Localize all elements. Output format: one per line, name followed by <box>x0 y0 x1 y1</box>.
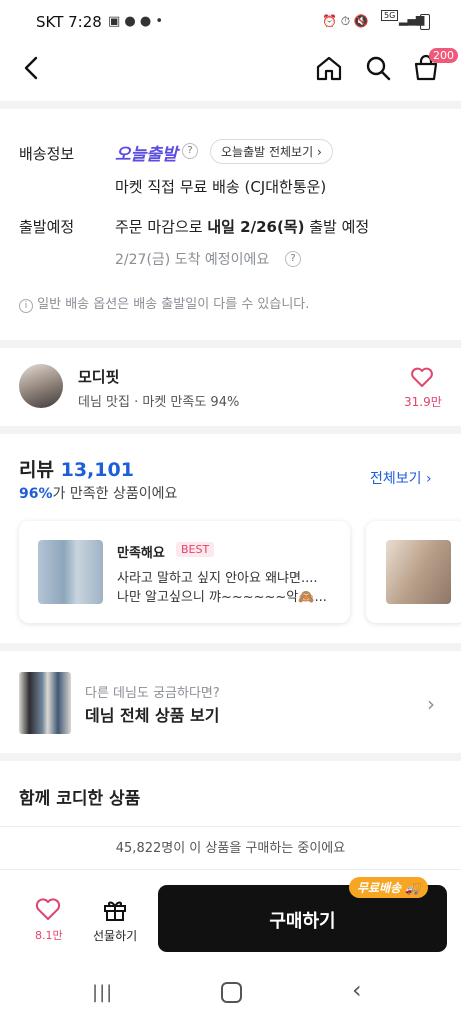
home-nav-icon[interactable] <box>221 982 242 1003</box>
review-card-next[interactable] <box>366 521 461 623</box>
review-text-line1: 사라고 말하고 싶지 안아요 왜냐면.... <box>117 571 318 586</box>
cart-count-badge: 200 <box>429 48 458 63</box>
shop-desc: 데님 맛집 · 마켓 만족도 94% <box>78 395 240 410</box>
recent-apps-icon[interactable]: ||| <box>92 982 113 1003</box>
review-text-line2: 나만 알고싶으니 꺄~~~~~~악🙈... <box>117 590 327 605</box>
best-badge: BEST <box>176 542 215 557</box>
free-shipping-label: 무료배송 <box>357 881 402 895</box>
like-button[interactable] <box>35 897 61 925</box>
departure-suffix: 출발 예정 <box>304 218 370 236</box>
promo-subtitle: 다른 데님도 궁금하다면? <box>85 686 220 701</box>
arrival-estimate: 2/27(금) 도착 예정이에요 <box>115 252 270 268</box>
delivery-notice: i 일반 배송 옵션은 배송 출발일이 다를 수 있습니다. <box>19 293 309 313</box>
today-depart-brand: 오늘출발 <box>115 145 178 165</box>
gift-icon <box>104 901 126 921</box>
reviews-title: 리뷰 13,101 <box>19 455 134 482</box>
gift-button[interactable] <box>102 898 128 926</box>
search-icon <box>366 56 391 81</box>
view-all-label: 오늘출발 전체보기 <box>221 145 314 159</box>
shop-name[interactable]: 모디핏 <box>78 366 119 387</box>
home-icon <box>316 56 342 81</box>
satisfaction-text: 가 만족한 상품이에요 <box>52 486 178 502</box>
divider <box>0 869 461 870</box>
delivery-description: 마켓 직접 무료 배송 (CJ대한통운) <box>115 178 327 196</box>
system-nav-bar: ||| ‹ <box>0 968 461 1024</box>
shop-like-button[interactable] <box>410 366 434 392</box>
reviews-view-all-label: 전체보기 <box>370 471 422 487</box>
buy-label: 구매하기 <box>269 911 336 932</box>
arrival-help-icon[interactable]: ? <box>285 251 301 267</box>
shop-like-count: 31.9만 <box>404 395 442 409</box>
gift-label: 선물하기 <box>93 929 138 943</box>
network-icon: 5G <box>381 10 399 21</box>
departure-prefix: 주문 마감으로 <box>115 218 208 236</box>
back-arrow-icon <box>24 56 38 80</box>
status-time: SKT 7:28 <box>36 13 102 31</box>
info-icon: i <box>19 299 33 313</box>
heart-icon <box>411 367 433 387</box>
coordi-title: 함께 코디한 상품 <box>19 789 141 809</box>
system-icons: ⏰ ⏱ 🔇 <box>322 14 369 28</box>
delivery-label: 배송정보 <box>19 145 75 163</box>
purchase-notice: 45,822명이 이 상품을 구매하는 중이에요 <box>115 841 346 856</box>
truck-icon: 🚚 <box>405 881 421 895</box>
departure-label: 출발예정 <box>19 218 75 236</box>
heart-icon <box>35 898 61 920</box>
promo-title[interactable]: 데님 전체 상품 보기 <box>85 702 219 726</box>
departure-date: 내일 2/26(목) <box>207 218 305 236</box>
notification-icons: ▣ ● ● • <box>108 14 164 29</box>
review-card[interactable]: 만족해요 BEST 사라고 말하고 싶지 안아요 왜냐면.... 나만 알고싶으… <box>19 521 350 623</box>
promo-image[interactable] <box>19 672 71 734</box>
search-button[interactable] <box>364 54 392 82</box>
home-button[interactable] <box>315 54 343 82</box>
battery-icon <box>420 14 430 30</box>
today-depart-view-all[interactable]: 오늘출발 전체보기 › <box>210 139 333 164</box>
review-rating: 만족해요 <box>117 546 165 561</box>
review-photo[interactable] <box>38 540 103 604</box>
reviews-count: 13,101 <box>60 459 134 481</box>
reviews-view-all[interactable]: 전체보기 › <box>370 468 432 488</box>
back-button[interactable] <box>18 54 46 82</box>
departure-schedule: 주문 마감으로 내일 2/26(목) 출발 예정 <box>115 216 369 237</box>
notice-text: 일반 배송 옵션은 배송 출발일이 다를 수 있습니다. <box>37 297 310 312</box>
promo-chevron-icon[interactable]: › <box>427 692 435 716</box>
back-nav-icon[interactable]: ‹ <box>352 976 362 1004</box>
shop-avatar[interactable] <box>19 364 63 408</box>
chevron-right-icon: › <box>425 471 432 487</box>
reviews-label: 리뷰 <box>19 459 54 481</box>
review-photo[interactable] <box>386 540 451 604</box>
reviews-satisfaction: 96%가 만족한 상품이에요 <box>19 483 177 503</box>
chevron-right-icon: › <box>316 145 322 159</box>
divider <box>0 826 461 827</box>
cart-button[interactable]: 200 <box>412 48 458 84</box>
satisfaction-percent: 96% <box>19 486 53 502</box>
help-icon[interactable]: ? <box>182 143 198 159</box>
like-count: 8.1만 <box>35 929 63 942</box>
status-bar: SKT 7:28 ▣ ● ● • ⏰ ⏱ 🔇 5G ▂▄▆ <box>0 0 461 44</box>
free-shipping-badge: 무료배송 🚚 <box>349 877 429 898</box>
